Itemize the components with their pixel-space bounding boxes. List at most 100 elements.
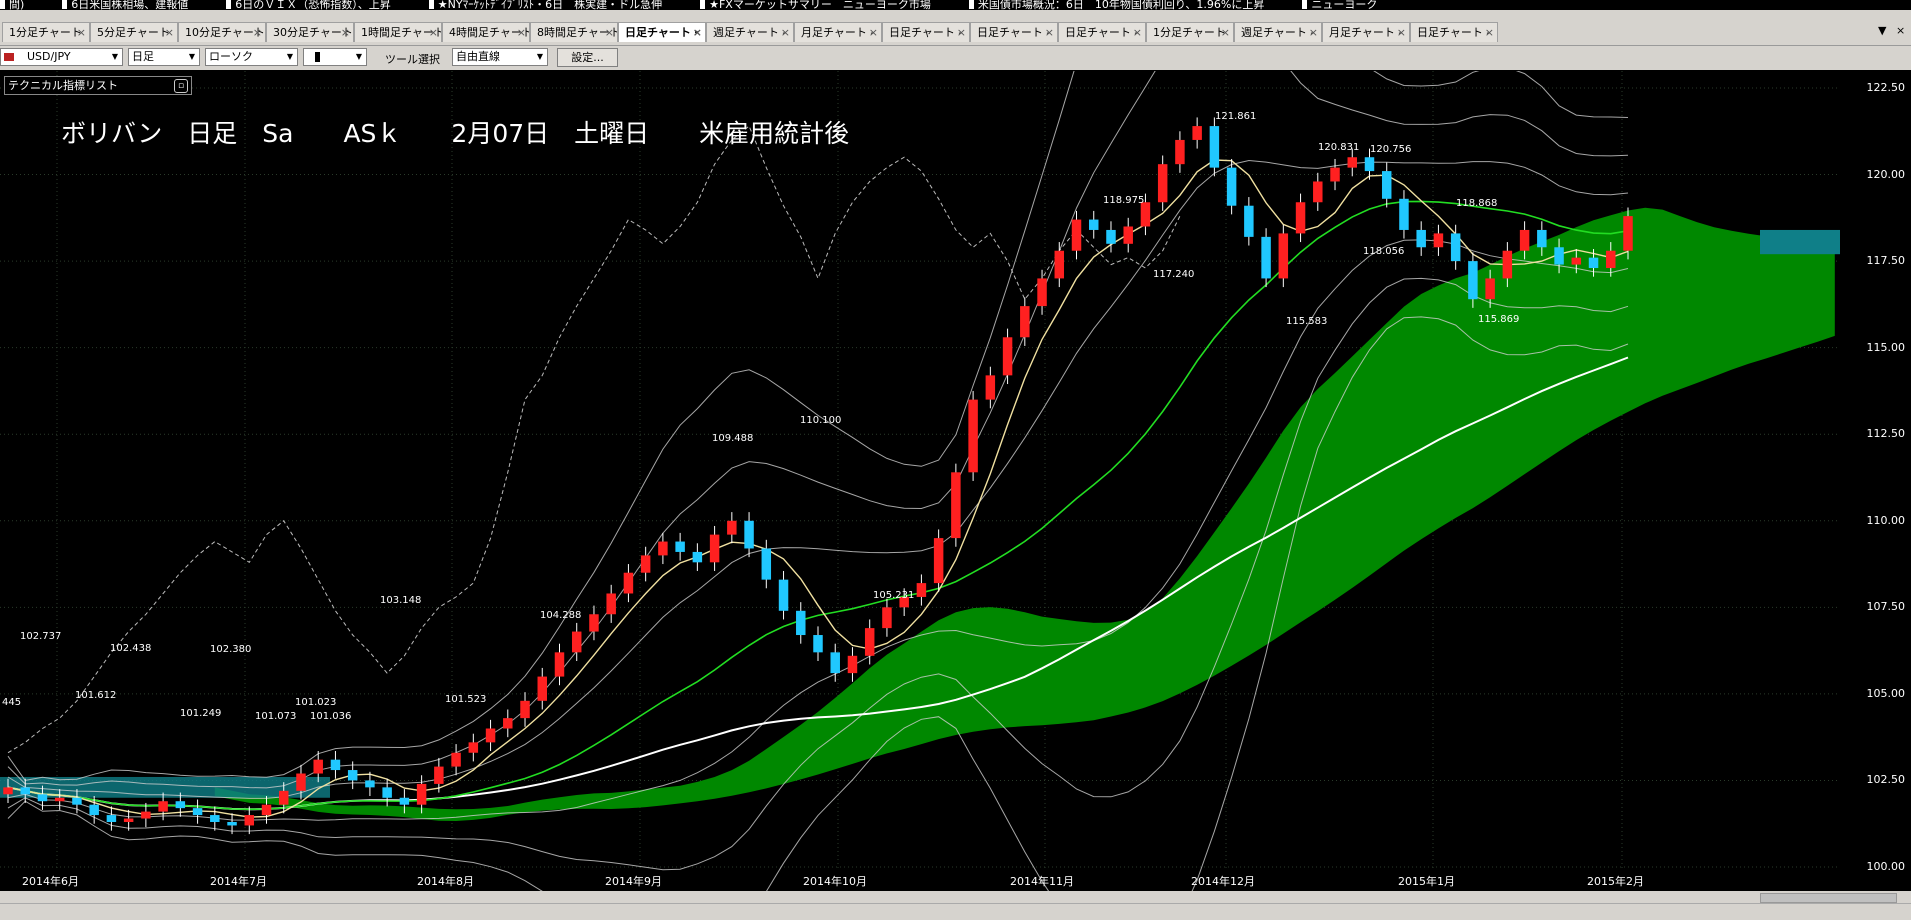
price-annotation: 101.073 <box>255 711 296 722</box>
tab-chart[interactable]: 日足チャート - × <box>882 22 970 42</box>
tab-label: 日足チャート - <box>1065 26 1139 39</box>
price-tick-label: 107.50 <box>1866 600 1906 614</box>
price-tick-label: 115.00 <box>1866 340 1906 354</box>
tab-chart[interactable]: 日足チャート・ × <box>618 22 706 42</box>
price-annotation: 120.756 <box>1370 144 1411 155</box>
tab-list-icon[interactable]: ▼ <box>1878 24 1886 37</box>
close-icon[interactable]: × <box>1221 23 1230 42</box>
chart-type-select[interactable]: ローソク ▼ <box>205 48 298 66</box>
tab-label: 日足チャート - <box>1417 26 1491 39</box>
close-icon[interactable]: × <box>1896 24 1905 37</box>
candle-body <box>227 821 237 826</box>
candle-body <box>640 555 651 573</box>
price-annotation: 110.100 <box>800 415 841 426</box>
candle-body <box>1037 278 1047 307</box>
candle-body <box>72 797 82 805</box>
technical-indicator-list-label: テクニカル指標リスト <box>8 79 118 92</box>
tab-chart[interactable]: 1分足チャート × <box>2 22 90 42</box>
tab-chart[interactable]: 10分足チャート × <box>178 22 266 42</box>
close-icon[interactable]: × <box>781 23 790 42</box>
close-icon[interactable]: × <box>517 23 526 42</box>
candle-body <box>589 614 599 632</box>
ticker-item[interactable]: ニューヨーク <box>1302 0 1377 10</box>
close-icon[interactable]: × <box>957 23 966 42</box>
symbol-select[interactable]: USD/JPY ▼ <box>0 48 123 66</box>
close-icon[interactable]: × <box>1045 23 1054 42</box>
horizontal-scrollbar[interactable] <box>0 891 1911 903</box>
close-icon[interactable]: × <box>77 23 86 42</box>
candle-body <box>279 790 289 805</box>
candle-body <box>416 783 427 805</box>
tab-chart[interactable]: 日足チャート - × <box>1058 22 1146 42</box>
candle-body <box>830 652 840 674</box>
tab-chart[interactable]: 5分足チャート × <box>90 22 178 42</box>
technical-indicator-list[interactable]: テクニカル指標リスト ▫ <box>4 76 192 95</box>
candle-body <box>1330 167 1340 182</box>
candle-body <box>1002 337 1013 376</box>
ticker-item[interactable]: ★FXマーケットサマリー ニューヨーク市場 <box>700 0 931 10</box>
candle-body <box>503 718 513 729</box>
close-icon[interactable]: × <box>1133 23 1142 42</box>
candle-body <box>141 811 151 819</box>
close-icon[interactable]: × <box>693 23 702 42</box>
tab-chart[interactable]: 日足チャート - × <box>970 22 1058 42</box>
price-chart[interactable]: 102.737 102.438 102.380 101.612 101.249 101.0… <box>0 71 1911 891</box>
close-icon[interactable]: × <box>165 23 174 42</box>
candle-body <box>916 583 927 597</box>
close-icon[interactable]: × <box>341 23 350 42</box>
candle-body <box>985 375 996 400</box>
tab-chart[interactable]: 8時間足チャート × <box>530 22 618 42</box>
close-icon[interactable]: × <box>1309 23 1318 42</box>
ticker-item[interactable]: ★NYﾏｰｹｯﾄﾃﾞｲﾌﾞﾘｽﾄ・6日 株実建・ドル急伸 <box>429 0 662 10</box>
candle-body <box>1416 229 1426 248</box>
price-annotation: 103.148 <box>380 595 421 606</box>
price-annotation: 105.231 <box>873 590 914 601</box>
line-style-select[interactable]: ▼ <box>303 48 367 66</box>
tab-chart[interactable]: 週足チャート - × <box>706 22 794 42</box>
tab-label: 週足チャート - <box>713 26 787 39</box>
settings-button[interactable]: 設定... <box>557 48 618 67</box>
candle-body <box>933 538 944 584</box>
ticker-item[interactable]: 6日米国株相場、建報値 <box>62 0 188 10</box>
drawing-tool-select[interactable]: 自由直線 ▼ <box>452 48 548 66</box>
price-annotation: 115.869 <box>1478 314 1519 325</box>
ticker-item[interactable]: 間) <box>0 0 24 10</box>
tab-chart[interactable]: 月足チャート - × <box>794 22 882 42</box>
chevron-down-icon: ▼ <box>355 52 363 61</box>
ticker-item[interactable]: 6日のＶＩＸ（恐怖指数）、上昇 <box>226 0 391 10</box>
candle-body <box>1278 233 1289 279</box>
timeframe-select[interactable]: 日足 ▼ <box>128 48 200 66</box>
price-annotation: 109.488 <box>712 433 753 444</box>
tab-label: 5分足チャート <box>97 26 170 39</box>
tab-chart[interactable]: 4時間足チャート × <box>442 22 530 42</box>
collapse-icon[interactable]: ▫ <box>174 79 188 93</box>
close-icon[interactable]: × <box>869 23 878 42</box>
price-annotation: 102.380 <box>210 644 251 655</box>
candle-body <box>1106 229 1116 244</box>
scrollbar-thumb[interactable] <box>1760 893 1897 903</box>
news-ticker[interactable]: 間) 6日米国株相場、建報値 6日のＶＩＸ（恐怖指数）、上昇 ★NYﾏｰｹｯﾄﾃﾞｲﾌ… <box>0 0 1911 10</box>
tab-chart[interactable]: 1分足チャート × <box>1146 22 1234 42</box>
price-annotation: 117.240 <box>1153 269 1194 280</box>
candle-body <box>968 399 978 473</box>
tab-chart[interactable]: 月足チャート - × <box>1322 22 1410 42</box>
close-icon[interactable]: × <box>1485 23 1494 42</box>
tab-chart[interactable]: 30分足チャート × <box>266 22 354 42</box>
candle-body <box>1123 226 1133 244</box>
tab-chart[interactable]: 週足チャート - × <box>1234 22 1322 42</box>
candle-body <box>158 801 168 812</box>
tab-chart[interactable]: 1時間足チャート × <box>354 22 442 42</box>
close-icon[interactable]: × <box>429 23 438 42</box>
close-icon[interactable]: × <box>253 23 262 42</box>
tab-chart[interactable]: 日足チャート - × <box>1410 22 1498 42</box>
candle-body <box>796 610 806 636</box>
ticker-item[interactable]: 米国債市場概況：6日 10年物国債利回り、1.96%に上昇 <box>969 0 1265 10</box>
price-annotation: 120.831 <box>1318 142 1359 153</box>
tab-label: 日足チャート・ <box>625 26 702 39</box>
candle-body <box>847 655 858 674</box>
close-icon[interactable]: × <box>605 23 614 42</box>
candle-body <box>520 700 530 719</box>
price-tick-label: 117.50 <box>1866 254 1906 268</box>
close-icon[interactable]: × <box>1397 23 1406 42</box>
candle-body <box>813 635 823 653</box>
